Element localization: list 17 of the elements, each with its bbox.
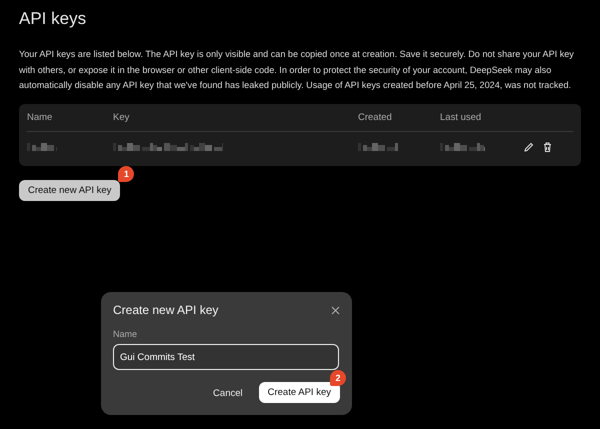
close-icon[interactable] [331, 306, 340, 314]
description-text: Your API keys are listed below. The API key is only visible and can be copied once at creation. Save it securely. Do not share your API key with others, or expose it in the browser or other client-side code. In order to protect the security of your account, DeepSeek may also automatically disable any API key that we've found has leaked publicly. Usage of API keys created before April 25, 2024, was not tracked. [19, 48, 575, 92]
cancel-button[interactable]: Cancel [211, 384, 245, 402]
page-title: API keys [19, 9, 88, 29]
column-header: Key [113, 112, 130, 122]
create-key-button[interactable]: Create new API key [19, 180, 120, 200]
step-badge: 1 [118, 166, 134, 182]
trash-icon[interactable] [543, 142, 552, 152]
dialog-title: Create new API key [113, 303, 218, 317]
column-header: Name [27, 112, 54, 122]
column-header: Created [358, 112, 393, 122]
create-button[interactable]: Create API key [258, 382, 340, 403]
column-header: Last used [440, 112, 482, 122]
pencil-icon[interactable] [524, 142, 534, 152]
name-field[interactable]: Gui Commits Test [113, 344, 339, 370]
field-label: Name [113, 329, 138, 339]
step-badge: 2 [330, 370, 346, 386]
